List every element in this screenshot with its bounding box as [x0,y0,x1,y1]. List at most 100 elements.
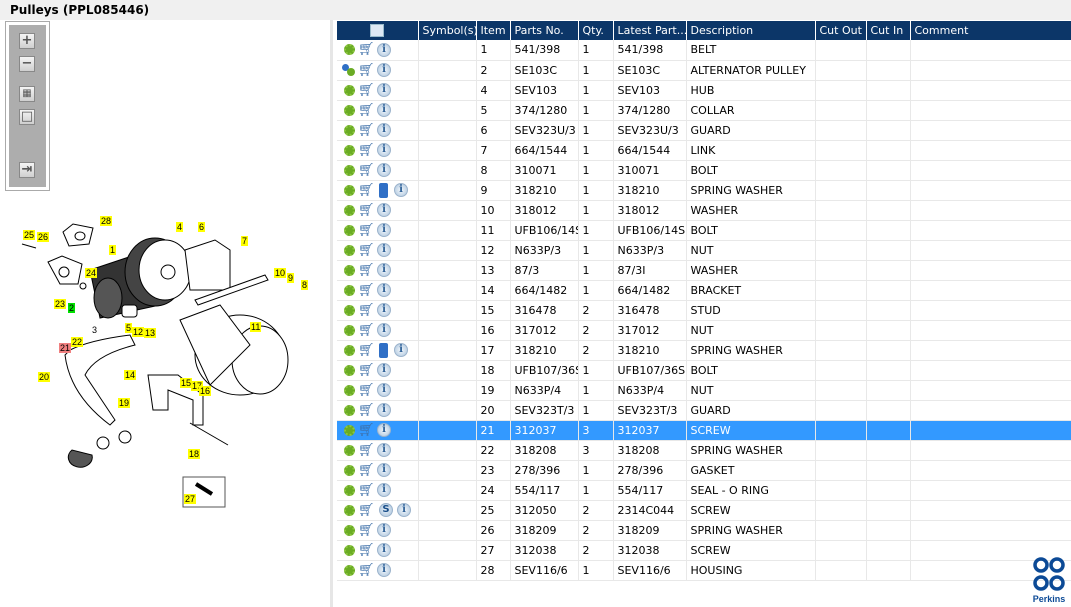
table-row[interactable]: 🛒︎ i 11 UFB106/14S 1 UFB106/14S BOLT [337,220,1071,241]
part-gear-icon[interactable] [344,84,355,96]
part-gear-icon[interactable] [344,204,355,216]
callout-9[interactable]: 9 [287,273,295,283]
cart-icon[interactable]: 🛒︎ [358,43,375,56]
info-icon[interactable]: i [377,523,391,537]
table-row[interactable]: 🛒︎ i 9 318210 1 318210 SPRING WASHER [337,180,1071,201]
cart-icon[interactable]: 🛒︎ [358,364,375,377]
callout-23[interactable]: 23 [54,299,67,309]
part-gear-icon[interactable] [344,224,355,236]
part-gear-icon[interactable] [344,264,355,276]
table-row[interactable]: 🛒︎ i 22 318208 3 318208 SPRING WASHER [337,440,1071,461]
info-icon[interactable]: i [377,303,391,317]
table-row[interactable]: 🛒︎ i 4 SEV103 1 SEV103 HUB [337,80,1071,101]
table-row[interactable]: 🛒︎ i 18 UFB107/36S 1 UFB107/36S BOLT [337,360,1071,381]
actual-size-button[interactable]: □ [19,109,35,125]
info-icon[interactable]: i [377,203,391,217]
callout-20[interactable]: 20 [38,372,51,382]
callout-8[interactable]: 8 [301,280,309,290]
part-gear-icon[interactable] [344,424,355,436]
column-header-cut-in[interactable]: Cut In [866,21,911,40]
table-row[interactable]: 🛒︎ i 6 SEV323U/3 1 SEV323U/3 GUARD [337,120,1071,141]
callout-10[interactable]: 10 [274,268,287,278]
table-row[interactable]: 🛒︎ i 21 312037 3 312037 SCREW [337,420,1071,441]
info-icon[interactable]: i [394,343,408,357]
part-gear-icon[interactable] [344,164,355,176]
info-icon[interactable]: i [394,183,408,197]
callout-28[interactable]: 28 [100,216,113,226]
info-icon[interactable]: i [377,83,391,97]
info-icon[interactable]: i [377,143,391,157]
part-gear-icon[interactable] [344,404,355,416]
table-row[interactable]: 🛒︎ i 28 SEV116/6 1 SEV116/6 HOUSING [337,560,1071,581]
table-row[interactable]: 🛒︎ i 2 SE103C 1 SE103C ALTERNATOR PULLEY [337,60,1071,81]
callout-2[interactable]: 2 [68,303,76,313]
info-icon[interactable]: i [377,243,391,257]
cart-icon[interactable]: 🛒︎ [358,344,375,357]
table-row[interactable]: 🛒︎ i 17 318210 2 318210 SPRING WASHER [337,340,1071,361]
cart-icon[interactable]: 🛒︎ [358,264,375,277]
part-gear-icon[interactable] [344,524,355,536]
cart-icon[interactable]: 🛒︎ [358,384,375,397]
book-icon[interactable] [379,182,388,198]
cart-icon[interactable]: 🛒︎ [358,324,375,337]
callout-24[interactable]: 24 [85,268,98,278]
table-row[interactable]: 🛒︎ i 13 87/3 1 87/3I WASHER [337,260,1071,281]
callout-16[interactable]: 16 [199,386,212,396]
callout-14[interactable]: 14 [124,370,137,380]
table-row[interactable]: 🛒︎ i 24 554/117 1 554/117 SEAL - O RING [337,480,1071,501]
part-gear-icon[interactable] [344,464,355,476]
cart-icon[interactable]: 🛒︎ [358,444,375,457]
info-icon[interactable]: i [377,263,391,277]
fit-view-button[interactable]: ▦ [19,86,35,102]
column-header-tools[interactable] [337,21,419,40]
callout-25[interactable]: 25 [23,230,36,240]
info-icon[interactable]: i [377,443,391,457]
table-row[interactable]: 🛒︎ i 10 318012 1 318012 WASHER [337,200,1071,221]
info-icon[interactable]: i [377,363,391,377]
info-icon[interactable]: i [377,283,391,297]
cart-icon[interactable]: 🛒︎ [358,424,375,437]
cart-icon[interactable]: 🛒︎ [358,284,375,297]
callout-3[interactable]: 3 [91,325,98,335]
info-icon[interactable]: i [377,383,391,397]
table-row[interactable]: 🛒︎ i 5 374/1280 1 374/1280 COLLAR [337,100,1071,121]
column-header-parts-no[interactable]: Parts No. [510,21,579,40]
cart-icon[interactable]: 🛒︎ [358,564,375,577]
part-gear-icon[interactable] [344,284,355,296]
cart-icon[interactable]: 🛒︎ [358,544,375,557]
column-header-item[interactable]: Item [476,21,511,40]
callout-7[interactable]: 7 [241,236,249,246]
table-row[interactable]: 🛒︎ i 27 312038 2 312038 SCREW [337,540,1071,561]
info-icon[interactable]: i [377,483,391,497]
table-row[interactable]: 🛒︎ i 7 664/1544 1 664/1544 LINK [337,140,1071,161]
cart-icon[interactable]: 🛒︎ [358,504,375,517]
supersession-icon[interactable]: S [379,503,393,517]
cart-icon[interactable]: 🛒︎ [358,464,375,477]
table-row[interactable]: 🛒︎ i 1 541/398 1 541/398 BELT [337,40,1071,61]
callout-22[interactable]: 22 [71,337,84,347]
callout-4[interactable]: 4 [176,222,184,232]
cart-icon[interactable]: 🛒︎ [358,524,375,537]
callout-1[interactable]: 1 [109,245,117,255]
part-gear-icon[interactable] [344,544,355,556]
export-button[interactable]: ⇥ [19,162,35,178]
cart-icon[interactable]: 🛒︎ [358,404,375,417]
table-row[interactable]: 🛒︎ i 16 317012 2 317012 NUT [337,320,1071,341]
info-icon[interactable]: i [377,543,391,557]
cart-icon[interactable]: 🛒︎ [358,184,375,197]
callout-18[interactable]: 18 [188,449,201,459]
column-header-cut-out[interactable]: Cut Out [815,21,867,40]
callout-26[interactable]: 26 [37,232,50,242]
callout-5[interactable]: 5 [125,323,133,333]
info-icon[interactable]: i [377,42,391,57]
table-row[interactable]: 🛒︎ i 14 664/1482 1 664/1482 BRACKET [337,280,1071,301]
cart-icon[interactable]: 🛒︎ [358,304,375,317]
callout-12[interactable]: 12 [132,327,145,337]
info-icon[interactable]: i [377,463,391,477]
table-row[interactable]: 🛒︎ i 8 310071 1 310071 BOLT [337,160,1071,181]
part-gear-icon[interactable] [344,124,355,136]
part-gear-icon[interactable] [344,104,355,116]
cart-icon[interactable]: 🛒︎ [358,224,375,237]
zoom-out-button[interactable]: − [19,56,35,72]
part-gear-icon[interactable] [344,564,355,576]
